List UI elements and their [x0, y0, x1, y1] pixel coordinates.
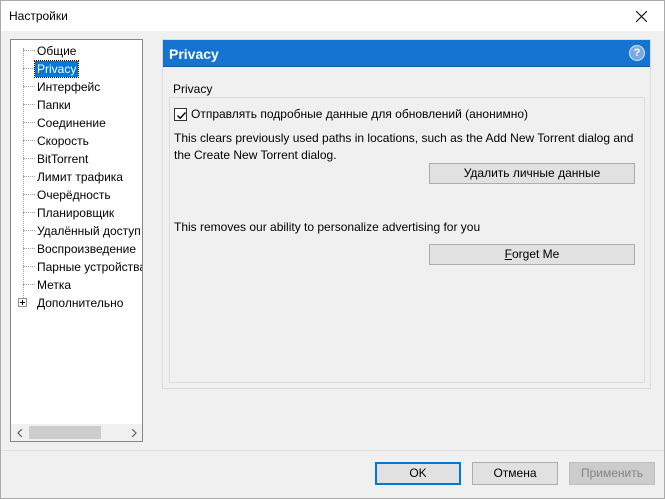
- pane-title: Privacy: [169, 46, 219, 62]
- tree-item-label: Лимит трафика: [37, 170, 123, 184]
- clear-paths-description: This clears previously used paths in loc…: [174, 131, 634, 162]
- tree-item-label: Папки: [37, 98, 71, 112]
- pane-header: Privacy ?: [163, 40, 650, 67]
- tree-item-label: Privacy: [33, 60, 80, 78]
- tree-item-label: Воспроизведение: [37, 242, 137, 256]
- tree-item-label: Скорость: [37, 134, 89, 148]
- advertising-description: This removes our ability to personalize …: [174, 220, 481, 234]
- tree-item-label: Интерфейс: [37, 80, 101, 94]
- close-button[interactable]: [618, 1, 664, 31]
- tree-item-label: Соединение: [37, 116, 106, 130]
- forget-me-label: orget Me: [511, 247, 560, 261]
- settings-pane: Privacy ? Privacy Отправлять подробные д…: [162, 39, 651, 389]
- group-legend: Privacy: [171, 82, 215, 96]
- expand-plus-icon[interactable]: [18, 298, 27, 307]
- scroll-thumb[interactable]: [29, 426, 101, 439]
- footer-divider: [1, 450, 664, 451]
- checkmark-icon: [177, 111, 187, 119]
- apply-button[interactable]: Применить: [569, 462, 655, 485]
- title-bar: Настройки: [1, 1, 664, 31]
- close-icon: [635, 10, 647, 22]
- tree-item-label: Дополнительно: [37, 296, 124, 310]
- scroll-left-button[interactable]: [11, 424, 28, 441]
- help-icon[interactable]: ?: [629, 45, 645, 61]
- chevron-right-icon: [131, 428, 137, 437]
- forget-me-accelerator: F: [504, 247, 512, 261]
- tree-item-label: Парные устройства: [37, 260, 143, 274]
- tree-item-label: Планировщик: [37, 206, 115, 220]
- tree-item-label: Метка: [37, 278, 72, 292]
- checkbox-box[interactable]: [174, 107, 187, 121]
- settings-dialog: Настройки Общие Privacy Интерфейс Папки …: [0, 0, 665, 499]
- clear-private-data-button[interactable]: Удалить личные данные: [429, 163, 635, 184]
- tree-item-label: Общие: [37, 44, 77, 58]
- forget-me-button[interactable]: Forget Me: [429, 244, 635, 265]
- send-detailed-data-checkbox[interactable]: Отправлять подробные данные для обновлен…: [174, 106, 528, 122]
- tree-item-label: BitTorrent: [37, 152, 89, 166]
- settings-tree[interactable]: Общие Privacy Интерфейс Папки Соединение…: [10, 39, 143, 442]
- tree-item-label: Удалённый доступ: [37, 224, 141, 238]
- tree-item-label: Очерёдность: [37, 188, 111, 202]
- cancel-button[interactable]: Отмена: [472, 462, 558, 485]
- chevron-left-icon: [16, 428, 22, 437]
- scroll-right-button[interactable]: [125, 424, 142, 441]
- checkbox-label: Отправлять подробные данные для обновлен…: [191, 107, 528, 121]
- ok-button[interactable]: OK: [375, 462, 461, 485]
- tree-horizontal-scrollbar[interactable]: [11, 424, 142, 441]
- window-title: Настройки: [9, 9, 68, 23]
